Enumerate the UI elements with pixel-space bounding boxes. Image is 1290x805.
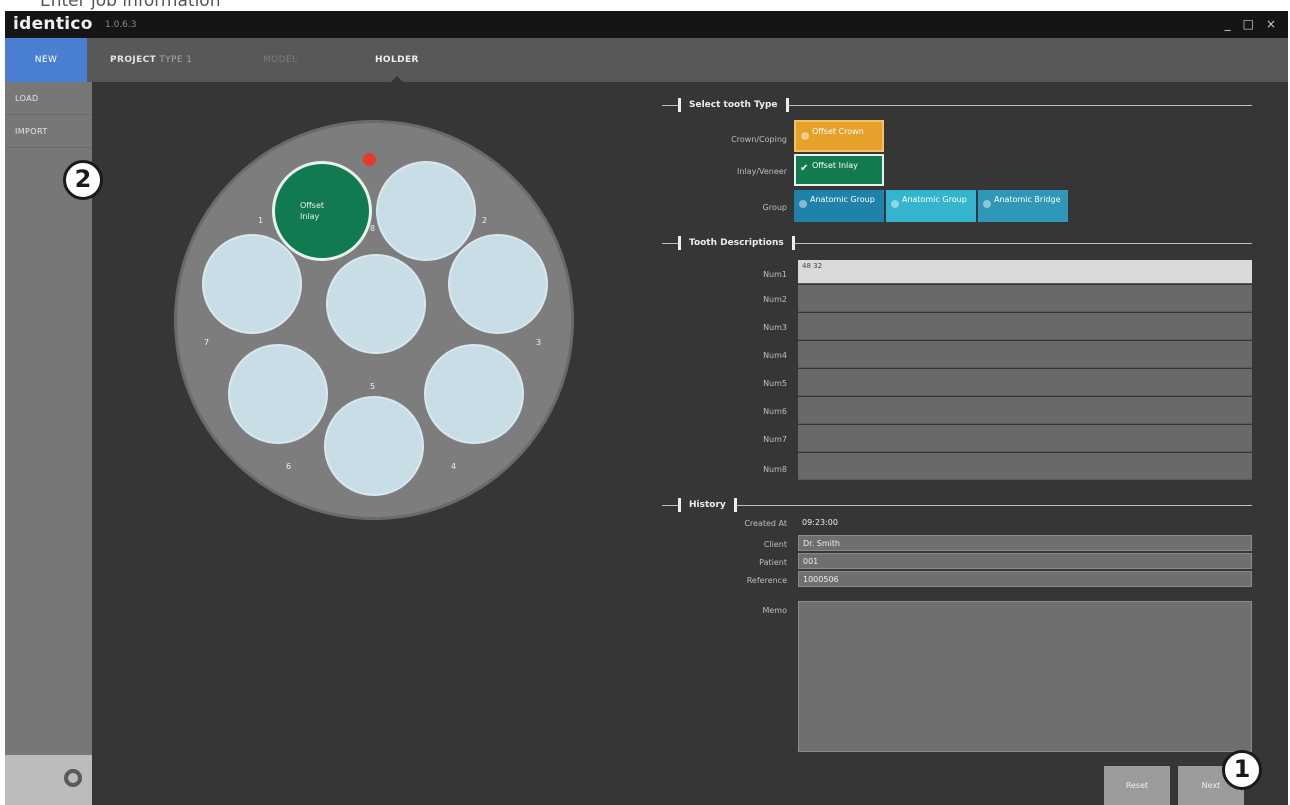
tooth-desc-value: 48 32 <box>802 262 823 270</box>
main-content: Offset Inlay 1 2 3 4 5 6 7 8 Select toot… <box>92 82 1288 805</box>
tooth-desc-label: Num7 <box>763 435 787 444</box>
slot-label: Offset Inlay <box>300 201 325 221</box>
tab-project[interactable]: PROJECT TYPE 1 <box>110 38 192 82</box>
history-label-client: Client <box>763 540 787 549</box>
tooth-desc-label: Num8 <box>763 465 787 474</box>
tooth-desc-label: Num1 <box>763 270 787 279</box>
section-select-tooth-type: Select tooth Type <box>662 98 1252 112</box>
tab-holder[interactable]: HOLDER <box>375 38 419 82</box>
tooth-desc-field-6[interactable] <box>798 397 1252 424</box>
slot-number: 2 <box>482 216 488 225</box>
tooth-desc-field-1[interactable]: 48 32 <box>798 260 1252 284</box>
section-title: Tooth Descriptions <box>678 236 795 250</box>
slot-number: 6 <box>286 462 292 471</box>
crown-coping-label: Crown/Coping <box>731 135 787 144</box>
slot-number: 4 <box>451 462 457 471</box>
holder-slot-8[interactable] <box>202 234 302 334</box>
tooth-desc-field-3[interactable] <box>798 313 1252 340</box>
tooth-desc-field-8[interactable] <box>798 453 1252 480</box>
section-title: History <box>678 498 737 512</box>
tab-project-value: TYPE 1 <box>159 55 193 65</box>
reset-button[interactable]: Reset <box>1104 766 1170 805</box>
gear-icon[interactable] <box>64 769 82 787</box>
tooth-holder-wheel: Offset Inlay 1 2 3 4 5 6 7 8 <box>174 120 574 520</box>
holder-slot-3[interactable] <box>448 234 548 334</box>
reference-field[interactable]: 1000506 <box>798 571 1252 587</box>
history-label-patient: Patient <box>759 558 787 567</box>
section-divider <box>662 505 1252 506</box>
app-name: identico <box>13 14 93 34</box>
tooth-desc-field-5[interactable] <box>798 369 1252 396</box>
tooth-desc-field-4[interactable] <box>798 341 1252 368</box>
client-field[interactable]: Dr. Smith <box>798 535 1252 551</box>
memo-field[interactable] <box>798 601 1252 752</box>
group-option-1[interactable]: Anatomic Group <box>794 190 884 222</box>
group-label: Group <box>762 203 787 212</box>
page-caption: Enter job information <box>40 0 221 11</box>
maximize-icon[interactable]: □ <box>1243 17 1254 31</box>
patient-field[interactable]: 001 <box>798 553 1252 569</box>
tooth-desc-field-2[interactable] <box>798 285 1252 312</box>
callout-marker-2: 2 <box>63 160 103 200</box>
tooth-desc-label: Num4 <box>763 351 787 360</box>
sidebar-item-import[interactable]: IMPORT <box>5 115 92 148</box>
slot-number: 8 <box>370 224 376 233</box>
holder-slot-5[interactable] <box>424 344 524 444</box>
sidebar-item-load[interactable]: LOAD <box>5 82 92 115</box>
slot-number: 5 <box>370 382 376 391</box>
tab-project-label: PROJECT <box>110 55 157 65</box>
inlay-veneer-label: Inlay/Veneer <box>737 167 787 176</box>
holder-slot-6[interactable] <box>324 396 424 496</box>
tooth-desc-label: Num5 <box>763 379 787 388</box>
holder-slot-2[interactable] <box>376 161 476 261</box>
section-history: History <box>662 498 1252 512</box>
sidebar-footer <box>5 755 92 805</box>
title-bar: identico 1.0.6.3 _ □ × <box>5 11 1288 38</box>
tooth-desc-label: Num6 <box>763 407 787 416</box>
top-toolbar: NEW PROJECT TYPE 1 MODEL HOLDER <box>5 38 1288 82</box>
slot-number: 1 <box>258 216 264 225</box>
tab-model[interactable]: MODEL <box>263 38 297 82</box>
minimize-icon[interactable]: _ <box>1225 17 1231 31</box>
tooth-desc-field-7[interactable] <box>798 425 1252 452</box>
holder-slot-7[interactable] <box>228 344 328 444</box>
callout-marker-1: 1 <box>1222 750 1262 790</box>
group-option-3[interactable]: Anatomic Bridge <box>978 190 1068 222</box>
holder-slot-center[interactable] <box>326 254 426 354</box>
offset-crown-button[interactable]: Offset Crown <box>794 120 884 152</box>
offset-inlay-button[interactable]: Offset Inlay <box>794 154 884 186</box>
history-label-created: Created At <box>744 519 787 528</box>
history-label-reference: Reference <box>746 576 787 585</box>
holder-slot-1[interactable]: Offset Inlay <box>272 161 372 261</box>
tooth-desc-label: Num2 <box>763 295 787 304</box>
tooth-desc-label: Num3 <box>763 323 787 332</box>
window-controls: _ □ × <box>1225 17 1276 31</box>
slot-number: 7 <box>204 338 210 347</box>
reference-marker <box>363 153 376 166</box>
created-at-value: 09:23:00 <box>802 518 838 527</box>
close-icon[interactable]: × <box>1266 17 1276 31</box>
section-tooth-descriptions: Tooth Descriptions <box>662 236 1252 250</box>
history-label-memo: Memo <box>762 606 787 615</box>
group-option-2[interactable]: Anatomic Group <box>886 190 976 222</box>
slot-number: 3 <box>536 338 542 347</box>
tab-new[interactable]: NEW <box>5 38 87 82</box>
app-version: 1.0.6.3 <box>105 20 137 30</box>
section-title: Select tooth Type <box>678 98 789 112</box>
